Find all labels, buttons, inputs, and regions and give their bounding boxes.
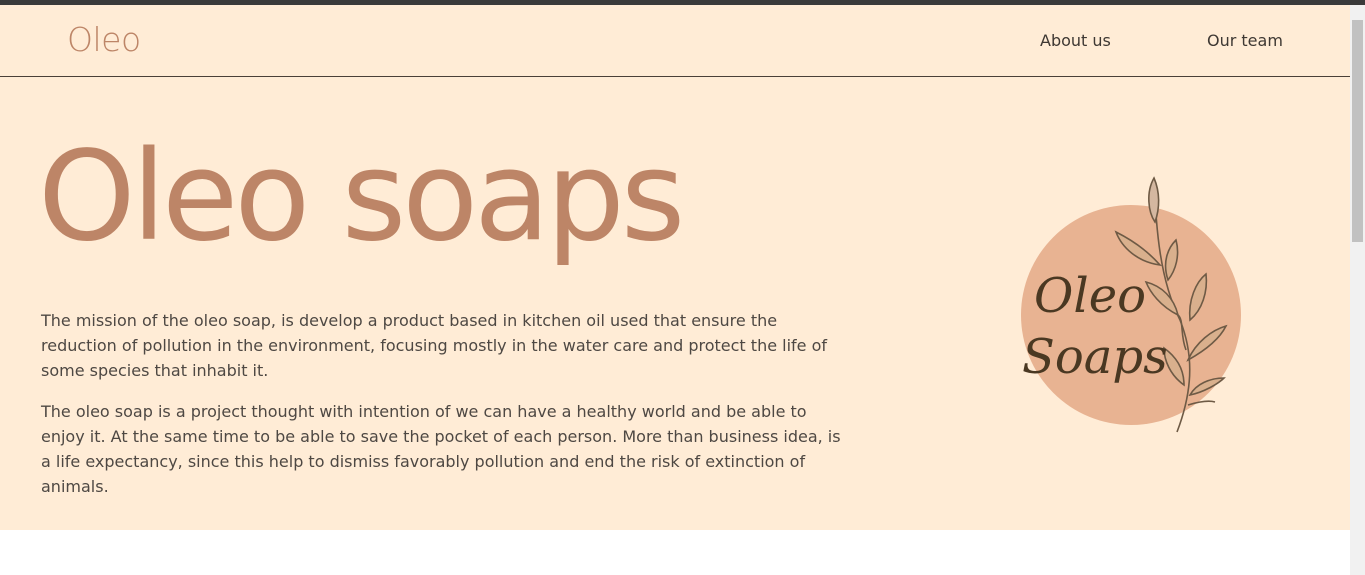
logo-text-line2: Soaps (1022, 329, 1168, 385)
hero-title: Oleo soaps (38, 125, 685, 269)
site-header: Oleo About us Our team (0, 5, 1350, 77)
mission-paragraph: The mission of the oleo soap, is develop… (41, 311, 828, 380)
nav-link-our-team[interactable]: Our team (1207, 31, 1283, 50)
page: Oleo About us Our team Oleo soaps The mi… (0, 5, 1350, 530)
nav-link-about-us[interactable]: About us (1040, 31, 1111, 50)
scrollbar-thumb[interactable] (1352, 20, 1363, 242)
vertical-scrollbar[interactable] (1350, 5, 1365, 575)
oleo-soaps-logo: Oleo Soaps (1021, 176, 1241, 433)
logo-text-line1: Oleo (1034, 268, 1146, 324)
brand-logo-text[interactable]: Oleo (67, 20, 141, 59)
project-paragraph: The oleo soap is a project thought with … (41, 402, 841, 496)
next-section (0, 530, 1350, 575)
